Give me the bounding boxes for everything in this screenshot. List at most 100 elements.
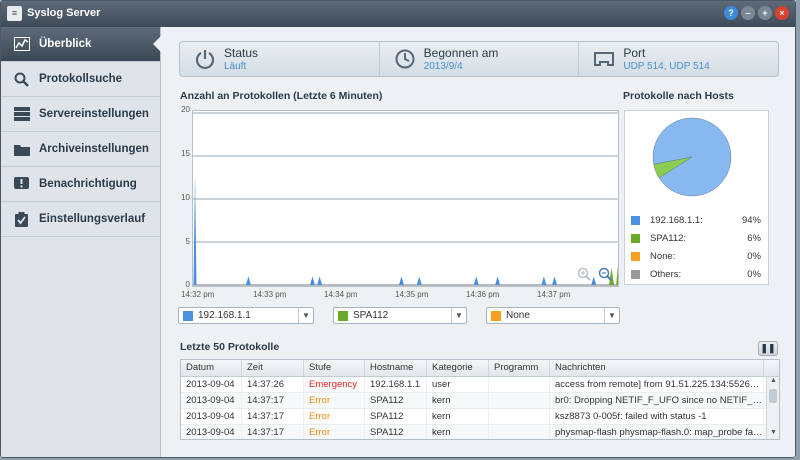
- server-icon: [13, 107, 30, 121]
- cell-date: 2013-09-04: [181, 409, 242, 424]
- sidebar-item-server-settings[interactable]: Servereinstellungen: [1, 97, 160, 132]
- column-header-hostname[interactable]: Hostname: [365, 360, 427, 376]
- legend-percent: 6%: [747, 233, 761, 244]
- x-tick-label: 14:34 pm: [324, 290, 358, 299]
- cell-time: 14:37:26: [242, 377, 304, 392]
- chevron-down-icon[interactable]: ▼: [604, 308, 619, 323]
- syslog-window: ≡ Syslog Server ? – + × Überblick Protok…: [0, 0, 796, 458]
- y-tick-label: 20: [181, 105, 190, 114]
- chevron-down-icon[interactable]: ▼: [298, 308, 313, 323]
- x-tick-label: 14:37 pm: [537, 290, 571, 299]
- host-select-value: 192.168.1.1: [198, 310, 251, 321]
- legend-swatch: [631, 234, 640, 243]
- column-header-messages[interactable]: Nachrichten: [550, 360, 764, 376]
- sidebar-item-overview[interactable]: Überblick: [1, 27, 161, 62]
- zoom-out-icon[interactable]: [598, 267, 612, 281]
- pie-legend-row: SPA112: 6%: [631, 233, 761, 244]
- pause-button[interactable]: ❚❚: [758, 341, 778, 356]
- host-select-value: None: [506, 310, 530, 321]
- y-tick-label: 0: [185, 280, 190, 289]
- column-header-date[interactable]: Datum: [181, 360, 242, 376]
- data-spike: [541, 276, 547, 285]
- cell-program: [489, 425, 550, 439]
- legend-percent: 0%: [747, 269, 761, 280]
- host-select-3[interactable]: None ▼: [486, 307, 620, 324]
- scroll-down-icon[interactable]: ▼: [767, 429, 779, 439]
- column-header-program[interactable]: Programm: [489, 360, 550, 376]
- desktop-background: [796, 0, 800, 460]
- help-icon[interactable]: ?: [724, 6, 738, 20]
- pie-legend-row: 192.168.1.1: 94%: [631, 215, 761, 226]
- sidebar-item-notifications[interactable]: Benachrichtigung: [1, 167, 160, 202]
- cell-hostname: SPA112: [365, 393, 427, 408]
- cell-program: [489, 393, 550, 408]
- clock-icon: [395, 49, 415, 69]
- cell-category: user: [427, 377, 489, 392]
- folder-icon: [13, 142, 30, 156]
- cell-category: kern: [427, 409, 489, 424]
- cell-level: Emergency: [304, 377, 365, 392]
- sidebar-item-archive-settings[interactable]: Archiveinstellungen: [1, 132, 160, 167]
- data-spike: [591, 276, 597, 285]
- color-swatch: [183, 310, 193, 321]
- table-row[interactable]: 2013-09-04 14:37:17 Error SPA112 kern ks…: [181, 409, 779, 425]
- log-table: Datum Zeit Stufe Hostname Kategorie Prog…: [180, 359, 780, 440]
- table-scrollbar[interactable]: ▲ ▼: [766, 377, 779, 439]
- line-chart: [192, 110, 622, 287]
- table-row[interactable]: 2013-09-04 14:37:17 Error SPA112 kern ph…: [181, 425, 779, 439]
- color-swatch: [491, 310, 501, 321]
- column-header-category[interactable]: Kategorie: [427, 360, 489, 376]
- close-icon[interactable]: ×: [775, 6, 789, 20]
- chevron-down-icon[interactable]: ▼: [451, 308, 466, 323]
- cell-message: br0: Dropping NETIF_F_UFO since no NETIF…: [550, 393, 764, 408]
- power-icon: [195, 50, 215, 70]
- sidebar-item-label: Protokollsuche: [39, 73, 123, 85]
- cell-category: kern: [427, 393, 489, 408]
- sidebar-item-settings-history[interactable]: Einstellungsverlauf: [1, 202, 160, 237]
- cell-hostname: 192.168.1.1: [365, 377, 427, 392]
- y-tick-label: 5: [185, 237, 190, 246]
- title-bar[interactable]: ≡ Syslog Server ? – + ×: [1, 1, 795, 27]
- sidebar: Überblick Protokollsuche Servereinstellu…: [1, 27, 161, 457]
- legend-label: Others:: [650, 269, 682, 280]
- zoom-in-icon[interactable]: [577, 267, 591, 281]
- legend-swatch: [631, 252, 640, 261]
- data-spike: [616, 259, 622, 285]
- legend-label: None:: [650, 251, 676, 262]
- cell-hostname: SPA112: [365, 409, 427, 424]
- data-spike: [317, 276, 323, 285]
- sidebar-item-log-search[interactable]: Protokollsuche: [1, 62, 160, 97]
- column-header-level[interactable]: Stufe: [304, 360, 365, 376]
- cell-time: 14:37:17: [242, 409, 304, 424]
- column-header-time[interactable]: Zeit: [242, 360, 304, 376]
- cell-date: 2013-09-04: [181, 425, 242, 439]
- cell-program: [489, 409, 550, 424]
- pie-chart: 192.168.1.1: 94% SPA112: 6% None: 0% Oth…: [624, 110, 769, 285]
- app-icon: ≡: [7, 6, 22, 21]
- port-value: UDP 514, UDP 514: [623, 61, 710, 72]
- host-select-1[interactable]: 192.168.1.1 ▼: [178, 307, 314, 324]
- maximize-icon[interactable]: +: [758, 6, 772, 20]
- host-select-2[interactable]: SPA112 ▼: [333, 307, 467, 324]
- pie-title: Protokolle nach Hosts: [623, 90, 734, 102]
- cell-category: kern: [427, 425, 489, 439]
- cell-time: 14:37:17: [242, 393, 304, 408]
- data-spike: [398, 276, 404, 285]
- legend-label: 192.168.1.1:: [650, 215, 703, 226]
- cell-message: physmap-flash physmap-flash.0: map_probe…: [550, 425, 764, 439]
- legend-swatch: [631, 216, 640, 225]
- scroll-up-icon[interactable]: ▲: [767, 377, 779, 387]
- log-table-title: Letzte 50 Protokolle: [180, 341, 280, 353]
- x-tick-label: 14:35 pm: [395, 290, 429, 299]
- x-tick-label: 14:36 pm: [466, 290, 500, 299]
- minimize-icon[interactable]: –: [741, 6, 755, 20]
- pie-legend-row: Others: 0%: [631, 269, 761, 280]
- table-row[interactable]: 2013-09-04 14:37:17 Error SPA112 kern br…: [181, 393, 779, 409]
- status-value: Läuft: [224, 61, 247, 72]
- legend-percent: 0%: [747, 251, 761, 262]
- scroll-thumb[interactable]: [769, 389, 777, 403]
- pie-plot: [652, 117, 732, 197]
- table-row[interactable]: 2013-09-04 14:37:26 Emergency 192.168.1.…: [181, 377, 779, 393]
- color-swatch: [338, 310, 348, 321]
- cell-level: Error: [304, 425, 365, 439]
